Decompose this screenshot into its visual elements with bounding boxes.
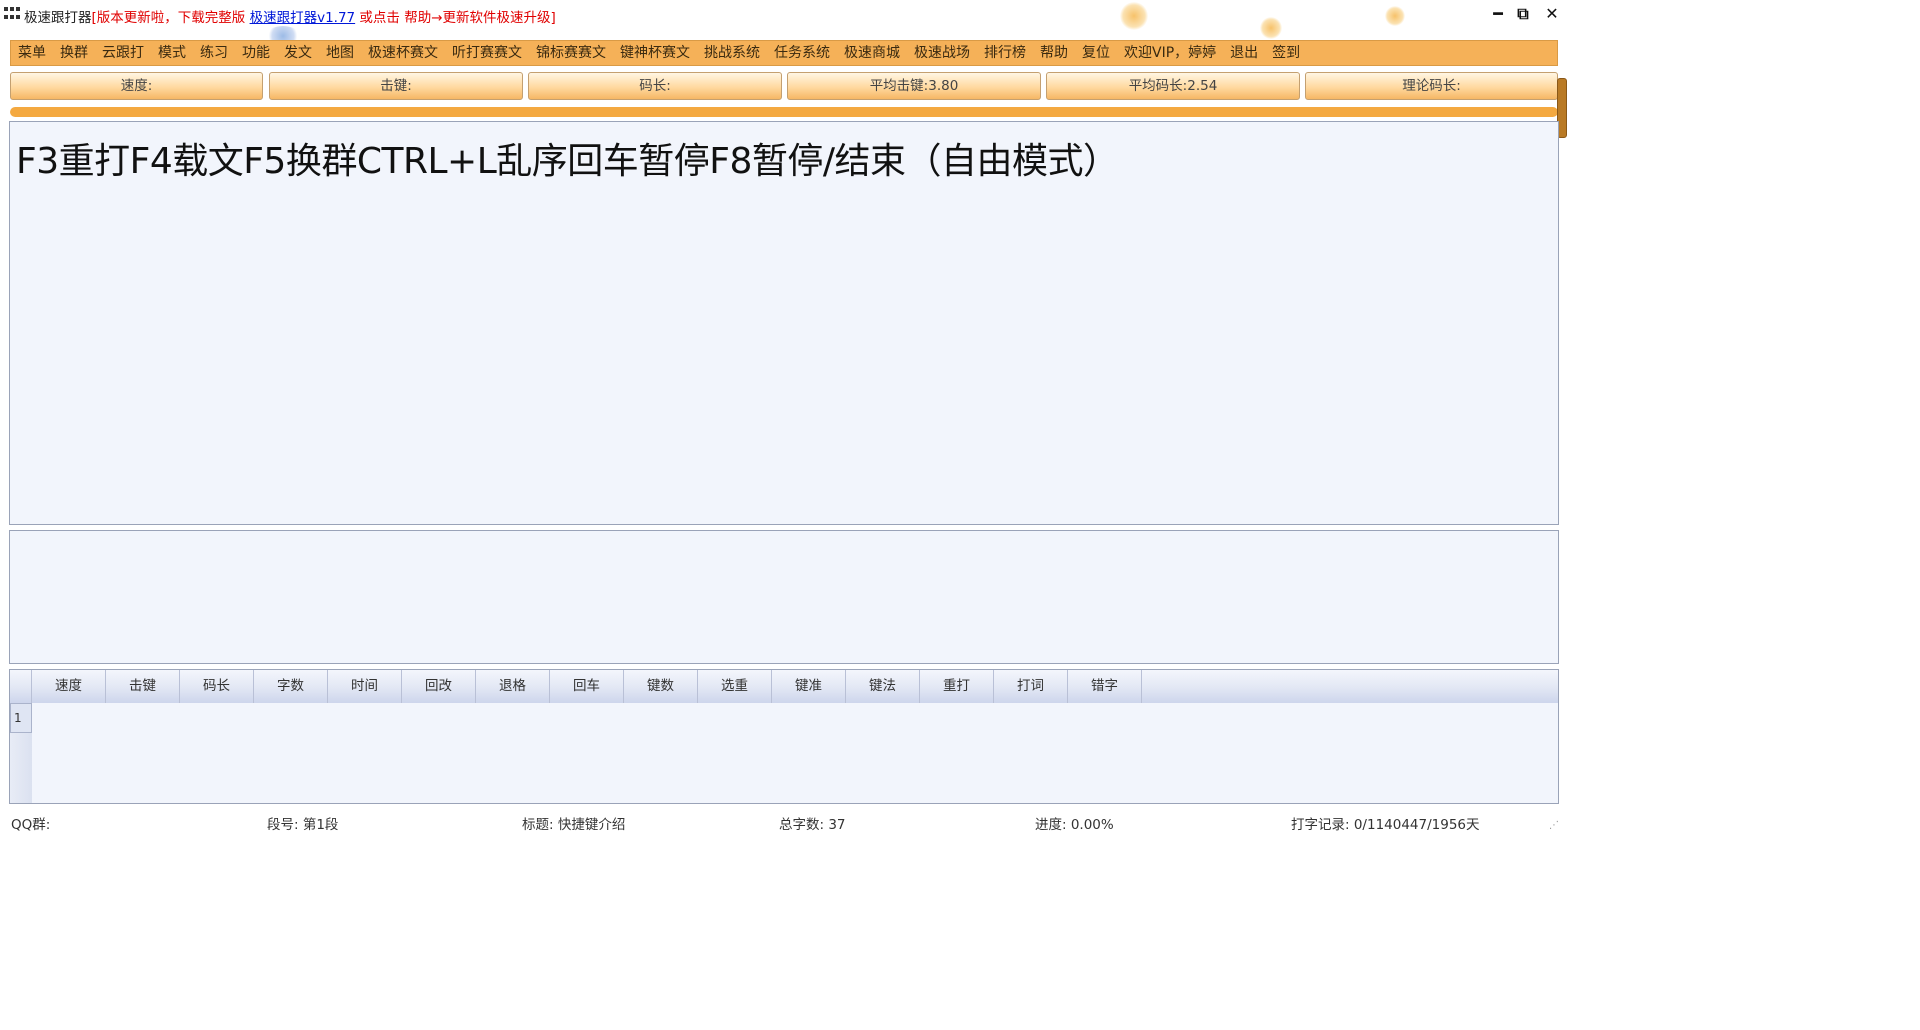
column-header-key-method[interactable]: 键法	[846, 670, 920, 703]
minimize-button[interactable]: ━	[1486, 4, 1510, 24]
menu-item-battlefield[interactable]: 极速战场	[907, 41, 977, 65]
menu-item-map[interactable]: 地图	[319, 41, 361, 65]
menu-item-menu[interactable]: 菜单	[11, 41, 53, 65]
column-header-retype[interactable]: 重打	[920, 670, 994, 703]
menu-bar: 菜单 换群 云跟打 模式 练习 功能 发文 地图 极速杯赛文 听打赛赛文 锦标赛…	[10, 40, 1558, 66]
update-notice-tail: 或点击 帮助→更新软件极速升级	[355, 10, 551, 26]
column-header-time[interactable]: 时间	[328, 670, 402, 703]
status-bar: QQ群: 段号: 第1段 标题: 快捷键介绍 总字数: 37 进度: 0.00%…	[0, 808, 1568, 836]
menu-item-key-god-cup[interactable]: 键神杯赛文	[613, 41, 697, 65]
restore-button[interactable]: ⧉	[1511, 4, 1535, 24]
stats-bar: 速度: 击键: 码长: 平均击键:3.80 平均码长:2.54 理论码长:	[10, 72, 1558, 100]
typing-progress-bar	[10, 107, 1558, 117]
menu-item-exit[interactable]: 退出	[1223, 41, 1265, 65]
menu-item-cloud-type[interactable]: 云跟打	[95, 41, 151, 65]
app-grid-icon[interactable]	[4, 7, 22, 21]
column-header-enter[interactable]: 回车	[550, 670, 624, 703]
menu-item-shop[interactable]: 极速商城	[837, 41, 907, 65]
article-display: F3重打F4载文F5换群CTRL+L乱序回车暂停F8暂停/结束（自由模式）	[9, 121, 1559, 525]
title-status: 标题: 快捷键介绍	[522, 817, 626, 833]
flower-decoration-icon	[1385, 6, 1405, 26]
results-grid: 速度 击键 码长 字数 时间 回改 退格 回车 键数 选重 键准 键法 重打 打…	[9, 669, 1559, 804]
window-title: 极速跟打器[版本更新啦，下载完整版 极速跟打器v1.77 或点击 帮助→更新软件…	[24, 6, 556, 26]
column-header-word-typing[interactable]: 打词	[994, 670, 1068, 703]
speed-stat[interactable]: 速度:	[10, 72, 263, 100]
menu-item-send-text[interactable]: 发文	[277, 41, 319, 65]
app-name: 极速跟打器	[24, 10, 92, 26]
menu-item-challenge[interactable]: 挑战系统	[697, 41, 767, 65]
avg-keystroke-stat[interactable]: 平均击键:3.80	[787, 72, 1041, 100]
article-text: F3重打F4载文F5换群CTRL+L乱序回车暂停F8暂停/结束（自由模式）	[16, 141, 1119, 182]
column-header-revisions[interactable]: 回改	[402, 670, 476, 703]
close-button[interactable]: ✕	[1540, 4, 1564, 24]
column-header-code-length[interactable]: 码长	[180, 670, 254, 703]
segment-status: 段号: 第1段	[267, 817, 339, 833]
resize-grip-icon[interactable]: ⋰	[1549, 820, 1559, 831]
progress-fill	[10, 107, 1558, 117]
menu-item-function[interactable]: 功能	[235, 41, 277, 65]
column-header-speed[interactable]: 速度	[32, 670, 106, 703]
column-header-keystroke[interactable]: 击键	[106, 670, 180, 703]
column-header-selection[interactable]: 选重	[698, 670, 772, 703]
column-header-key-accuracy[interactable]: 键准	[772, 670, 846, 703]
update-notice: 版本更新啦，下载完整版	[96, 10, 250, 26]
menu-item-tasks[interactable]: 任务系统	[767, 41, 837, 65]
qq-group-status: QQ群:	[11, 817, 51, 833]
title-bar: 极速跟打器[版本更新啦，下载完整版 极速跟打器v1.77 或点击 帮助→更新软件…	[0, 0, 1568, 30]
menu-item-sign-in[interactable]: 签到	[1265, 41, 1307, 65]
bracket-close: ]	[550, 10, 556, 26]
keystroke-stat[interactable]: 击键:	[269, 72, 523, 100]
menu-item-welcome-vip[interactable]: 欢迎VIP，婷婷	[1117, 41, 1223, 65]
flower-decoration-icon	[1120, 2, 1148, 30]
grid-header: 速度 击键 码长 字数 时间 回改 退格 回车 键数 选重 键准 键法 重打 打…	[10, 670, 1558, 703]
code-length-stat[interactable]: 码长:	[528, 72, 782, 100]
download-link[interactable]: 极速跟打器v1.77	[250, 10, 356, 26]
grid-corner	[10, 670, 32, 703]
avg-code-length-stat[interactable]: 平均码长:2.54	[1046, 72, 1300, 100]
menu-item-practice[interactable]: 练习	[193, 41, 235, 65]
menu-item-reset[interactable]: 复位	[1075, 41, 1117, 65]
menu-item-leaderboard[interactable]: 排行榜	[977, 41, 1033, 65]
column-header-backspace[interactable]: 退格	[476, 670, 550, 703]
column-header-char-count[interactable]: 字数	[254, 670, 328, 703]
theory-code-length-stat[interactable]: 理论码长:	[1305, 72, 1558, 100]
menu-item-listen-race[interactable]: 听打赛赛文	[445, 41, 529, 65]
menu-item-switch-group[interactable]: 换群	[53, 41, 95, 65]
typing-input-area[interactable]	[9, 530, 1559, 664]
column-header-typos[interactable]: 错字	[1068, 670, 1142, 703]
flower-decoration-icon	[1260, 17, 1282, 39]
row-header[interactable]: 1	[10, 703, 32, 733]
menu-item-speed-cup[interactable]: 极速杯赛文	[361, 41, 445, 65]
progress-status: 进度: 0.00%	[1035, 817, 1114, 833]
total-chars-status: 总字数: 37	[779, 817, 846, 833]
menu-item-championship[interactable]: 锦标赛赛文	[529, 41, 613, 65]
column-header-key-count[interactable]: 键数	[624, 670, 698, 703]
menu-item-mode[interactable]: 模式	[151, 41, 193, 65]
typing-record-status: 打字记录: 0/1140447/1956天	[1291, 817, 1480, 833]
menu-item-help[interactable]: 帮助	[1033, 41, 1075, 65]
